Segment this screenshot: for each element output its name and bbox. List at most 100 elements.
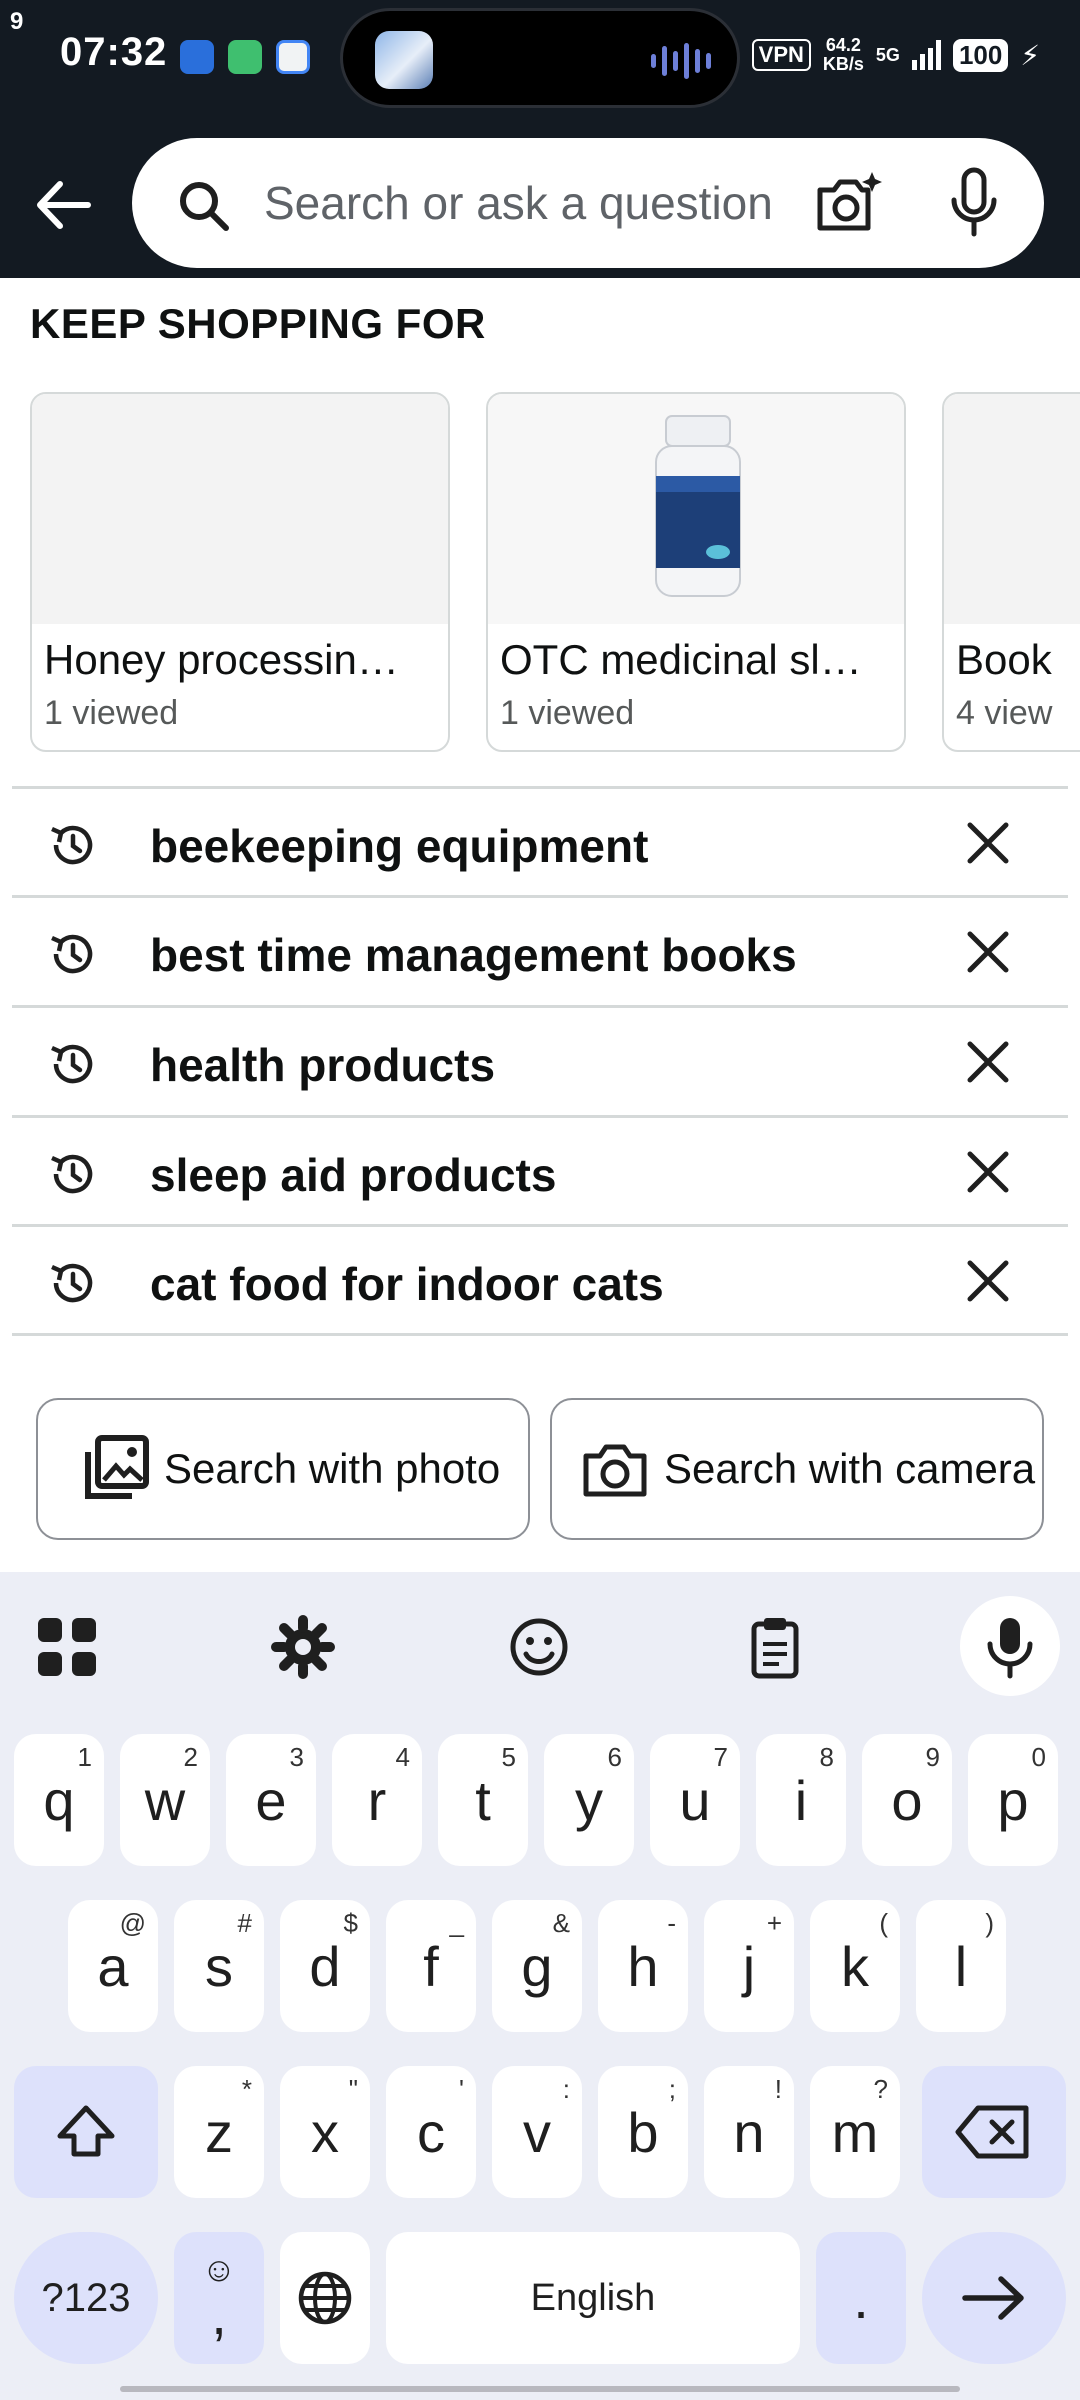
backspace-key[interactable]: [922, 2066, 1066, 2198]
key-label: e: [255, 1768, 287, 1832]
remove-history-close-icon[interactable]: [964, 928, 1012, 976]
history-query-text: health products: [150, 1039, 496, 1091]
history-query-text: best time management books: [150, 929, 797, 981]
keep-shopping-card[interactable]: Book 4 view: [942, 392, 1080, 752]
back-arrow-icon: [37, 181, 91, 229]
on-screen-keyboard: q1 w2 e3 r4 t5 y6 u7 i8 o9 p0 a @ s # d $ f…: [0, 1572, 1080, 2400]
arrow-right-icon: [962, 2276, 1024, 2320]
key-v[interactable]: v:: [492, 2066, 582, 2198]
key-hint: 3: [289, 1742, 304, 1772]
search-history-item[interactable]: cat food for indoor cats: [12, 1227, 1068, 1337]
space-key[interactable]: English: [386, 2232, 800, 2364]
key-n[interactable]: n!: [704, 2066, 794, 2198]
voice-search-button[interactable]: [944, 166, 1004, 242]
remove-history-close-icon[interactable]: [964, 1257, 1012, 1305]
keep-shopping-card[interactable]: OTC medicinal sl… 1 viewed: [486, 392, 906, 752]
history-clock-icon: [51, 1154, 93, 1194]
search-history-item[interactable]: health products: [12, 1008, 1068, 1118]
key-hint: _: [449, 1908, 464, 1938]
search-history-item[interactable]: best time management books: [12, 898, 1068, 1008]
key-w[interactable]: w2: [120, 1734, 210, 1866]
search-bar[interactable]: [132, 138, 1044, 268]
key-j[interactable]: j +: [704, 1900, 794, 2032]
key-k[interactable]: k(: [810, 1900, 900, 2032]
key-t[interactable]: t5: [438, 1734, 528, 1866]
remove-history-close-icon[interactable]: [964, 819, 1012, 867]
key-u[interactable]: u7: [650, 1734, 740, 1866]
key-y[interactable]: y6: [544, 1734, 634, 1866]
search-history-item[interactable]: beekeeping equipment: [12, 789, 1068, 899]
language-switch-key[interactable]: [280, 2232, 370, 2364]
period-key[interactable]: .: [816, 2232, 906, 2364]
battery-level: 100: [952, 38, 1009, 72]
apps-grid-icon[interactable]: [32, 1612, 102, 1682]
keyboard-voice-button[interactable]: [960, 1596, 1060, 1696]
search-with-camera-button[interactable]: Search with camera: [550, 1398, 1044, 1540]
history-query-text: cat food for indoor cats: [150, 1258, 664, 1310]
product-image-placeholder: [944, 394, 1080, 624]
key-z[interactable]: z *: [174, 2066, 264, 2198]
key-label: m: [831, 2100, 879, 2164]
visual-search-button[interactable]: [812, 168, 884, 240]
key-label: k: [841, 1934, 869, 1998]
key-x[interactable]: x ": [280, 2066, 370, 2198]
key-p[interactable]: p0: [968, 1734, 1058, 1866]
keep-shopping-card[interactable]: Honey processin… 1 viewed: [30, 392, 450, 752]
back-button[interactable]: [30, 170, 100, 240]
key-label: ,: [211, 2283, 227, 2346]
key-hint: (: [879, 1908, 888, 1938]
remove-history-close-icon[interactable]: [964, 1038, 1012, 1086]
key-c[interactable]: c ': [386, 2066, 476, 2198]
key-label: f: [423, 1934, 439, 1998]
key-d[interactable]: d $: [280, 1900, 370, 2032]
key-label: r: [367, 1768, 387, 1832]
gesture-navigation-bar[interactable]: [120, 2386, 960, 2392]
emoji-comma-key[interactable]: ☺ ,: [174, 2232, 264, 2364]
search-input[interactable]: [264, 164, 804, 242]
key-a[interactable]: a @: [68, 1900, 158, 2032]
history-query-text: sleep aid products: [150, 1149, 557, 1201]
vpn-badge: VPN: [751, 39, 811, 71]
key-f[interactable]: f _: [386, 1900, 476, 2032]
key-hint: @: [119, 1908, 146, 1938]
settings-gear-icon[interactable]: [268, 1612, 338, 1682]
search-history-item[interactable]: sleep aid products: [12, 1118, 1068, 1228]
key-h[interactable]: h-: [598, 1900, 688, 2032]
key-label: z: [205, 2100, 233, 2164]
search-with-camera-label: Search with camera: [664, 1445, 1036, 1492]
supplement-bottle-image: [655, 415, 741, 597]
key-l[interactable]: l): [916, 1900, 1006, 2032]
status-indicators: VPN 64.2 KB/s 5G 100 ⚡: [751, 35, 1040, 74]
microphone-icon: [987, 1618, 1033, 1679]
keep-shopping-carousel[interactable]: Honey processin… 1 viewed OTC medicinal …: [30, 392, 1080, 754]
card-viewed-count: 1 viewed: [500, 694, 635, 732]
key-b[interactable]: b;: [598, 2066, 688, 2198]
key-q[interactable]: q1: [14, 1734, 104, 1866]
dynamic-island[interactable]: [340, 8, 740, 108]
clipboard-icon[interactable]: [740, 1612, 810, 1682]
microphone-icon: [951, 167, 997, 237]
divider: [12, 1333, 1068, 1336]
emoji-icon[interactable]: [504, 1612, 574, 1682]
key-e[interactable]: e3: [226, 1734, 316, 1866]
network-speed-value: 64.2: [825, 35, 861, 55]
key-s[interactable]: s #: [174, 1900, 264, 2032]
shift-key[interactable]: [14, 2066, 158, 2198]
key-label: d: [309, 1934, 341, 1998]
product-image: [488, 394, 904, 624]
key-r[interactable]: r4: [332, 1734, 422, 1866]
key-m[interactable]: m?: [810, 2066, 900, 2198]
enter-key[interactable]: [922, 2232, 1066, 2364]
remove-history-close-icon[interactable]: [964, 1148, 1012, 1196]
key-hint: ): [985, 1908, 994, 1938]
key-g[interactable]: g &: [492, 1900, 582, 2032]
key-o[interactable]: o9: [862, 1734, 952, 1866]
key-label: i: [794, 1768, 808, 1832]
key-hint: 6: [607, 1742, 622, 1772]
symbols-key[interactable]: ?123: [14, 2232, 158, 2364]
key-label: w: [144, 1768, 186, 1832]
key-i[interactable]: i8: [756, 1734, 846, 1866]
key-hint: 2: [183, 1742, 198, 1772]
search-with-photo-button[interactable]: Search with photo: [36, 1398, 530, 1540]
key-label: v: [523, 2100, 551, 2164]
